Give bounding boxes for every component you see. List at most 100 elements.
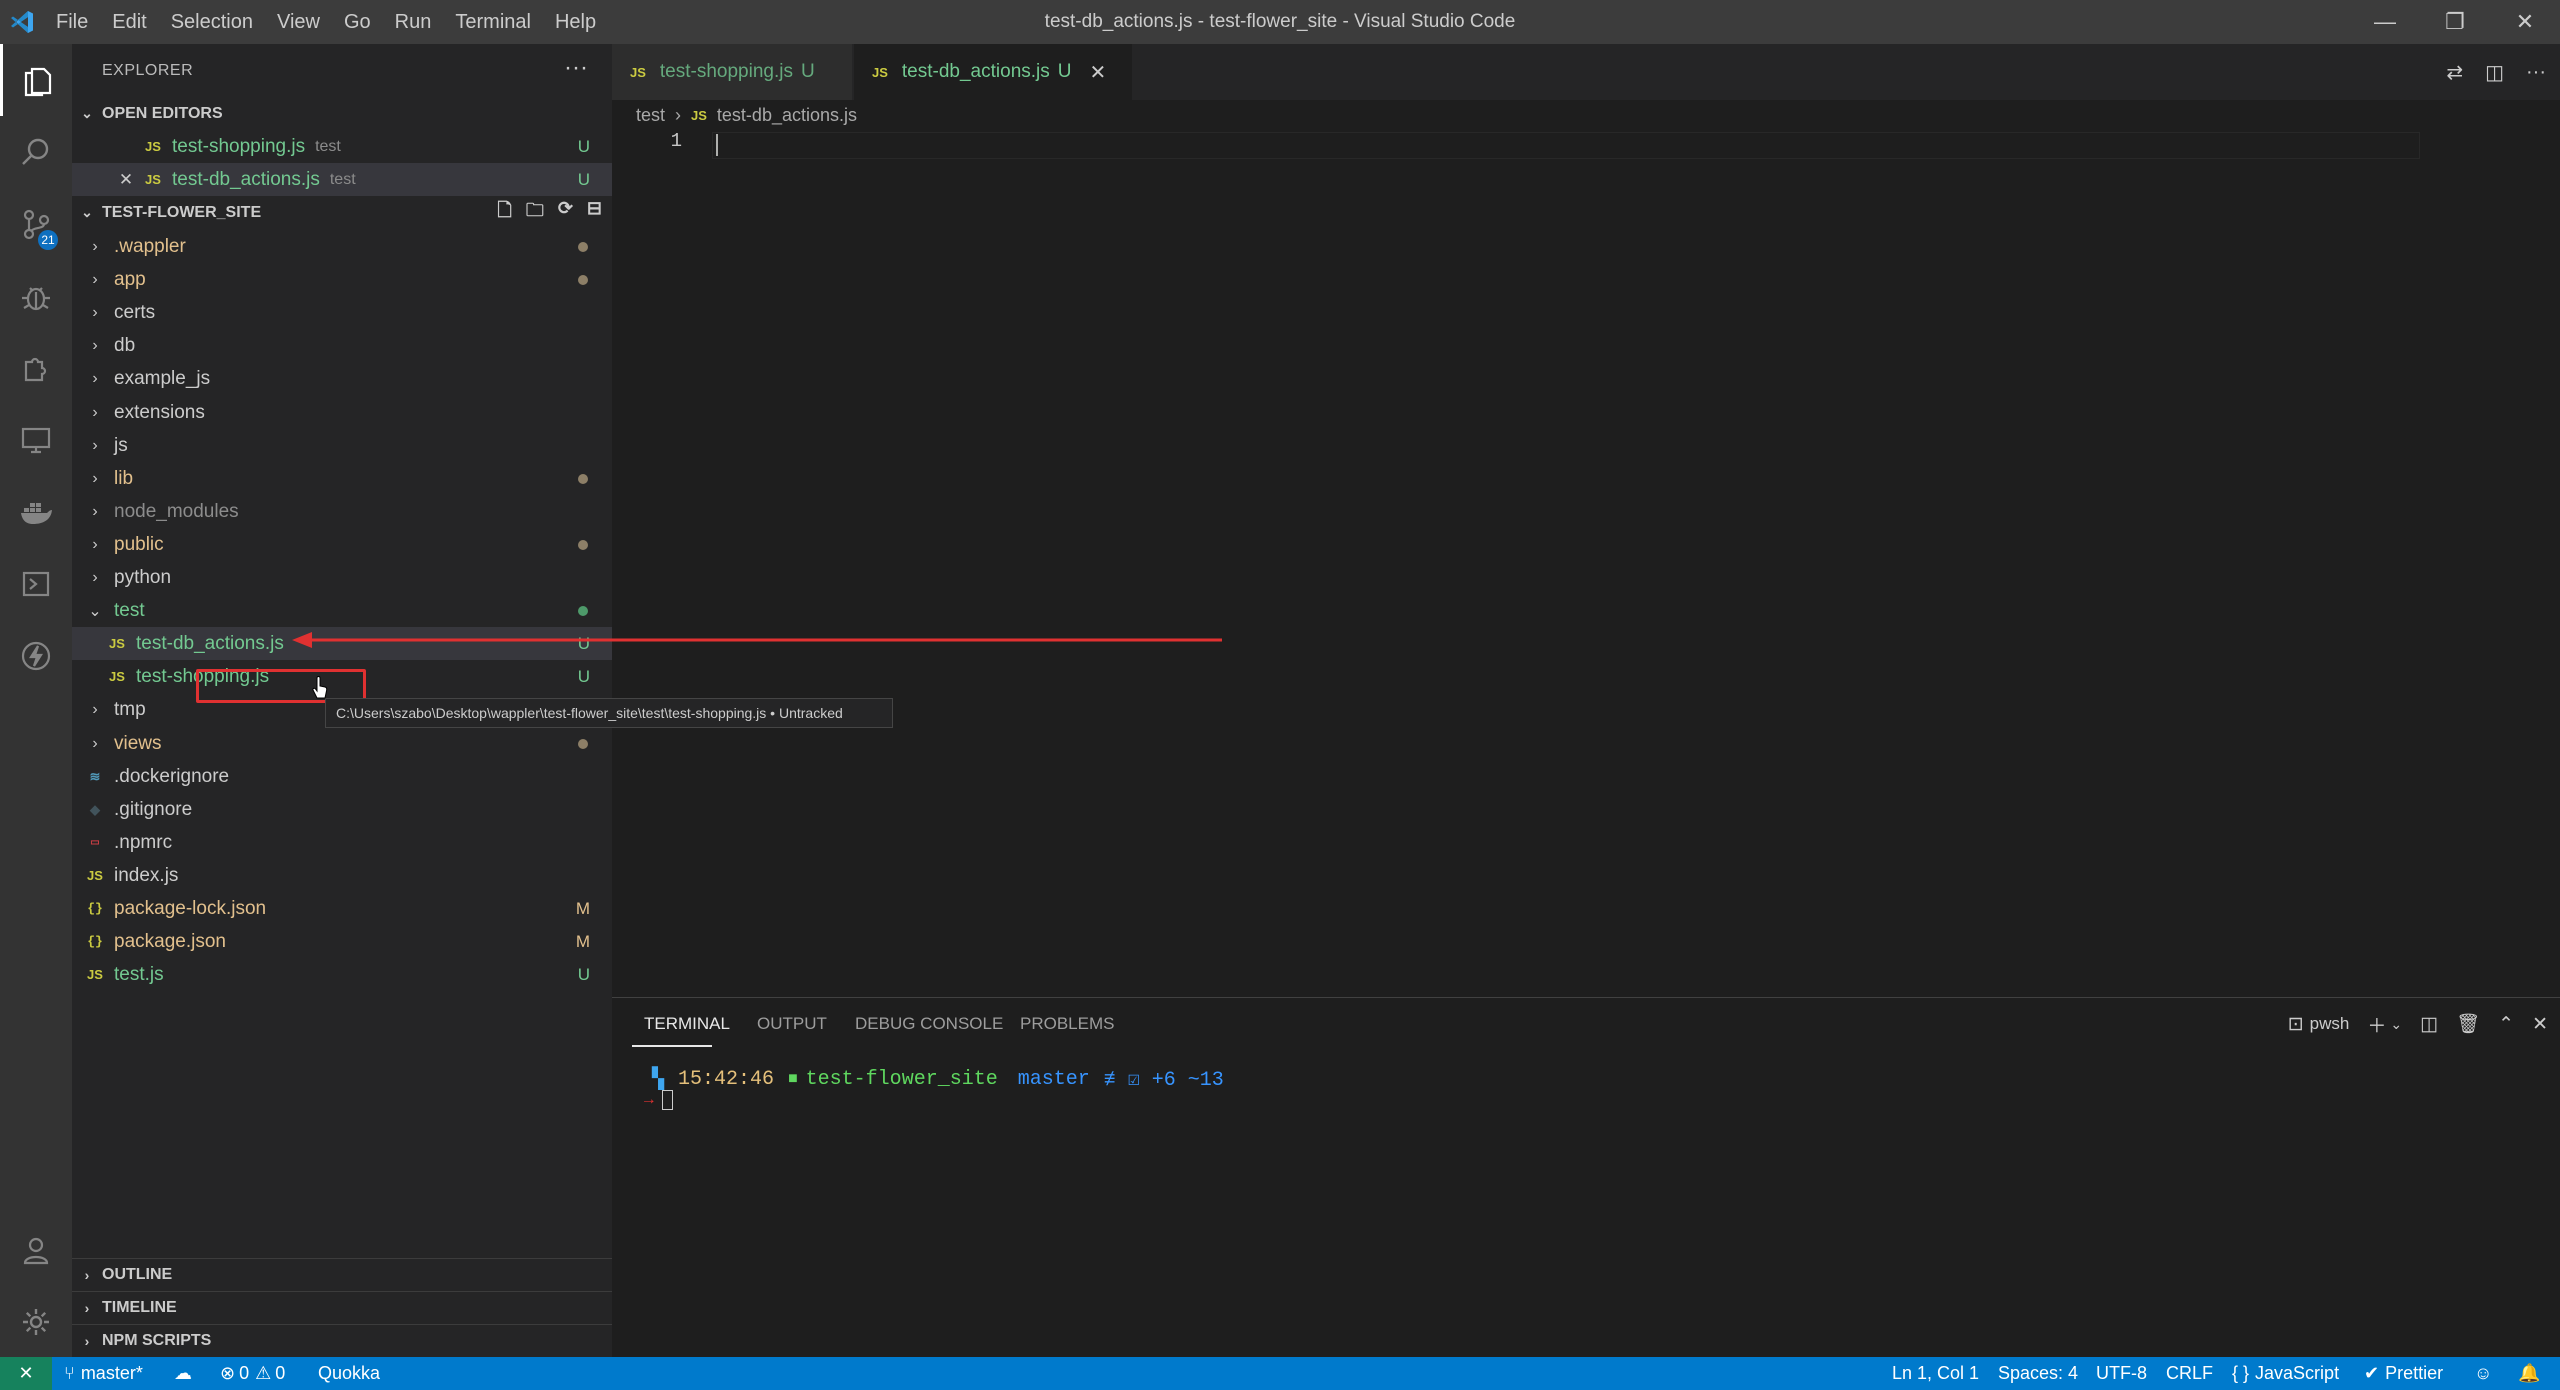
menu-terminal[interactable]: Terminal <box>443 11 543 34</box>
accounts-icon[interactable] <box>0 1214 72 1286</box>
menu-go[interactable]: Go <box>332 11 383 34</box>
source-control-icon[interactable]: 21 <box>0 188 72 260</box>
cursor-position[interactable]: Ln 1, Col 1 <box>1892 1357 1979 1390</box>
settings-gear-icon[interactable] <box>0 1286 72 1358</box>
more-actions-icon[interactable]: ··· <box>2526 61 2546 84</box>
tree-folder[interactable]: › certs <box>72 296 612 329</box>
js-file-icon: JS <box>145 139 161 154</box>
new-terminal-icon[interactable]: ＋ <box>2367 1011 2386 1038</box>
refresh-icon[interactable]: ⟳ <box>558 198 573 228</box>
new-file-icon[interactable]: 🗋 <box>497 198 511 228</box>
open-editor-item[interactable]: JS test-shopping.js test U <box>72 130 612 163</box>
close-editor-icon[interactable]: ✕ <box>110 170 142 190</box>
tree-folder[interactable]: › example_js <box>72 362 612 395</box>
branch-indicator[interactable]: ⑂ master* <box>64 1357 143 1390</box>
chevron-right-icon: › <box>84 1267 90 1283</box>
tab-problems[interactable]: PROBLEMS <box>1020 1014 1114 1034</box>
editor-tab-bar: JS test-shopping.js U JS test-db_actions… <box>612 44 2560 100</box>
open-editors-header[interactable]: ⌄ OPEN EDITORS <box>72 97 612 130</box>
terminal-input-line[interactable]: → <box>644 1090 673 1110</box>
tree-file[interactable]: {} package-lock.json M <box>72 892 612 925</box>
close-tab-icon[interactable]: ✕ <box>1090 60 1107 85</box>
tree-file[interactable]: JS index.js <box>72 859 612 892</box>
menu-help[interactable]: Help <box>543 11 608 34</box>
tab-test-shopping[interactable]: JS test-shopping.js U <box>612 44 852 100</box>
tree-file[interactable]: JS test.js U <box>72 958 612 991</box>
tree-folder[interactable]: › js <box>72 429 612 462</box>
sync-icon[interactable]: ☁ <box>174 1357 192 1390</box>
breadcrumb-folder[interactable]: test <box>636 105 665 126</box>
tree-folder[interactable]: › python <box>72 561 612 594</box>
breadcrumb-file[interactable]: test-db_actions.js <box>717 105 857 126</box>
tree-file[interactable]: ▭ .npmrc <box>72 826 612 859</box>
tab-debug-console[interactable]: DEBUG CONSOLE <box>855 1014 1003 1034</box>
restore-button[interactable]: ❐ <box>2420 0 2490 44</box>
extensions-icon[interactable] <box>0 332 72 404</box>
hand-cursor-icon <box>312 676 328 699</box>
close-window-button[interactable]: ✕ <box>2490 0 2560 44</box>
shell-name[interactable]: pwsh <box>2310 1014 2350 1034</box>
lightning-icon[interactable] <box>0 620 72 692</box>
explorer-more-actions-icon[interactable]: ··· <box>564 54 588 82</box>
menu-file[interactable]: File <box>44 11 100 34</box>
chevron-down-icon[interactable]: ⌄ <box>2390 1016 2402 1033</box>
indentation[interactable]: Spaces: 4 <box>1998 1357 2078 1390</box>
tree-folder[interactable]: › app <box>72 263 612 296</box>
encoding[interactable]: UTF-8 <box>2096 1357 2147 1390</box>
tree-file[interactable]: {} package.json M <box>72 925 612 958</box>
remote-explorer-icon[interactable] <box>0 404 72 476</box>
run-debug-icon[interactable] <box>0 260 72 332</box>
tree-folder[interactable]: › lib <box>72 462 612 495</box>
project-header[interactable]: ⌄ TEST-FLOWER_SITE 🗋 🗀 ⟳ ⊟ <box>72 196 612 229</box>
tree-folder[interactable]: › node_modules <box>72 495 612 528</box>
problems-indicator[interactable]: ⊗ 0 ⚠ 0 <box>220 1357 285 1390</box>
close-panel-icon[interactable]: ✕ <box>2532 1013 2548 1036</box>
current-line-highlight[interactable] <box>712 132 2420 159</box>
language-mode[interactable]: { } JavaScript <box>2232 1357 2339 1390</box>
feedback-icon[interactable]: ☺ <box>2474 1357 2492 1390</box>
trash-icon[interactable]: 🗑 <box>2456 1012 2480 1036</box>
tree-file[interactable]: ◆ .gitignore <box>72 793 612 826</box>
notifications-bell-icon[interactable]: 🔔 <box>2518 1357 2540 1390</box>
tree-folder[interactable]: › public <box>72 528 612 561</box>
tree-item-name: python <box>114 566 172 588</box>
terminal-icon[interactable] <box>0 548 72 620</box>
prettier-item[interactable]: ✔ Prettier <box>2364 1357 2443 1390</box>
npm-scripts-section[interactable]: › NPM SCRIPTS <box>72 1324 612 1357</box>
menu-run[interactable]: Run <box>383 11 444 34</box>
menu-edit[interactable]: Edit <box>100 11 158 34</box>
remote-indicator[interactable]: ✕ <box>0 1357 52 1390</box>
chevron-right-icon: › <box>92 535 98 553</box>
new-folder-icon[interactable]: 🗀 <box>526 198 544 228</box>
open-changes-icon[interactable]: ⇄ <box>2446 60 2463 85</box>
maximize-panel-icon[interactable]: ⌃ <box>2498 1013 2514 1036</box>
tree-folder[interactable]: › extensions <box>72 396 612 429</box>
menu-view[interactable]: View <box>265 11 332 34</box>
tree-folder[interactable]: › db <box>72 329 612 362</box>
end-of-line[interactable]: CRLF <box>2166 1357 2213 1390</box>
tree-folder[interactable]: › views <box>72 727 612 760</box>
quokka-item[interactable]: Quokka <box>318 1357 380 1390</box>
menu-selection[interactable]: Selection <box>159 11 265 34</box>
tree-folder[interactable]: › .wappler <box>72 230 612 263</box>
outline-section[interactable]: › OUTLINE <box>72 1258 612 1291</box>
tab-test-db-actions[interactable]: JS test-db_actions.js U ✕ <box>854 44 1132 100</box>
search-icon[interactable] <box>0 116 72 188</box>
tab-terminal[interactable]: TERMINAL <box>644 1014 730 1034</box>
open-editor-folder: test <box>315 137 341 155</box>
minimize-button[interactable]: — <box>2350 0 2420 44</box>
tree-item-name: .dockerignore <box>114 765 230 787</box>
split-terminal-icon[interactable]: ◫ <box>2420 1013 2438 1036</box>
tab-output[interactable]: OUTPUT <box>757 1014 827 1034</box>
tree-file[interactable]: ≋ .dockerignore <box>72 760 612 793</box>
open-editor-item-active[interactable]: ✕ JS test-db_actions.js test U <box>72 163 612 196</box>
line-number: 1 <box>670 130 682 152</box>
warning-icon: ⚠ <box>255 1363 272 1383</box>
timeline-section[interactable]: › TIMELINE <box>72 1291 612 1324</box>
tree-folder[interactable]: ⌄ test <box>72 594 612 627</box>
explorer-icon[interactable] <box>0 44 72 116</box>
chevron-down-icon: ⌄ <box>81 105 93 121</box>
docker-icon[interactable] <box>0 476 72 548</box>
collapse-all-icon[interactable]: ⊟ <box>587 198 602 228</box>
split-editor-icon[interactable]: ◫ <box>2485 60 2504 85</box>
